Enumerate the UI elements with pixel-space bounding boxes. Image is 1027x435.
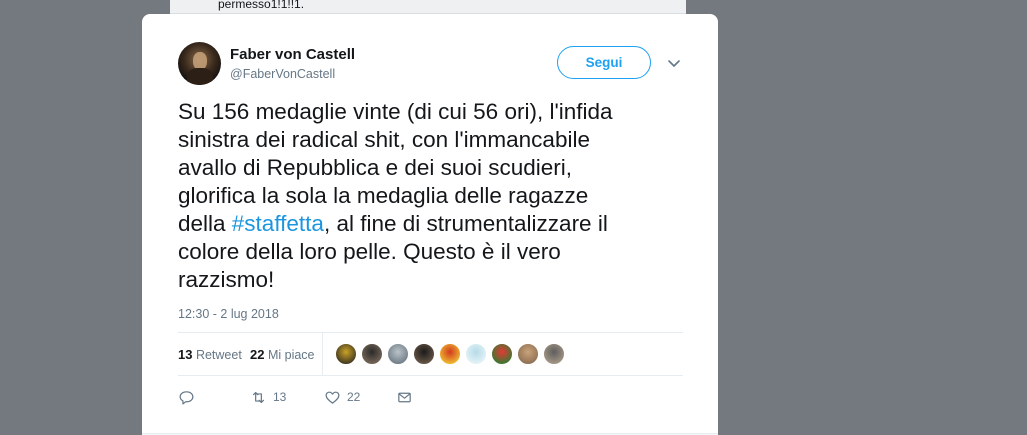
- liker-avatar[interactable]: [361, 343, 383, 365]
- background-tweet-text: permesso1!1!!1.: [218, 0, 305, 11]
- liker-avatar[interactable]: [335, 343, 357, 365]
- retweet-icon: [252, 391, 265, 403]
- chevron-down-icon[interactable]: [666, 55, 682, 71]
- like-button[interactable]: 22: [324, 387, 360, 407]
- hashtag-link[interactable]: #staffetta: [232, 211, 324, 236]
- liker-avatar[interactable]: [543, 343, 565, 365]
- heart-icon: [325, 391, 340, 404]
- like-stat-count: 22: [250, 347, 265, 362]
- liker-avatar[interactable]: [387, 343, 409, 365]
- liker-avatar[interactable]: [439, 343, 461, 365]
- background-tweet: permesso1!1!!1.: [170, 0, 686, 14]
- liker-avatar[interactable]: [465, 343, 487, 365]
- tweet-modal: Faber von Castell @FaberVonCastell Segui…: [142, 14, 718, 435]
- author-handle[interactable]: @FaberVonCastell: [230, 67, 335, 81]
- envelope-icon: [398, 392, 411, 402]
- tweet-stats: 13 Retweet 22 Mi piace: [178, 332, 683, 376]
- reply-icon: [179, 390, 194, 404]
- tweet-timestamp[interactable]: 12:30 - 2 lug 2018: [178, 307, 279, 321]
- retweet-action-count: 13: [273, 390, 287, 404]
- retweet-stat-label: Retweet: [195, 348, 242, 362]
- liker-avatar[interactable]: [517, 343, 539, 365]
- liker-avatar[interactable]: [491, 343, 513, 365]
- stats-divider: [322, 333, 323, 375]
- retweet-button[interactable]: 13: [250, 387, 286, 407]
- tweet-text: Su 156 medaglie vinte (di cui 56 ori), l…: [178, 98, 678, 294]
- tweet-actions: 13 22: [178, 387, 478, 409]
- like-stat[interactable]: 22 Mi piace: [250, 347, 315, 362]
- reply-button[interactable]: [178, 387, 195, 407]
- like-action-count: 22: [347, 390, 361, 404]
- direct-message-button[interactable]: [396, 387, 413, 407]
- retweet-stat[interactable]: 13 Retweet: [178, 347, 242, 362]
- author-avatar[interactable]: [178, 42, 221, 85]
- retweet-stat-count: 13: [178, 347, 193, 362]
- author-name[interactable]: Faber von Castell: [230, 46, 355, 63]
- liker-avatar[interactable]: [413, 343, 435, 365]
- follow-button[interactable]: Segui: [557, 46, 651, 79]
- like-stat-label: Mi piace: [267, 348, 315, 362]
